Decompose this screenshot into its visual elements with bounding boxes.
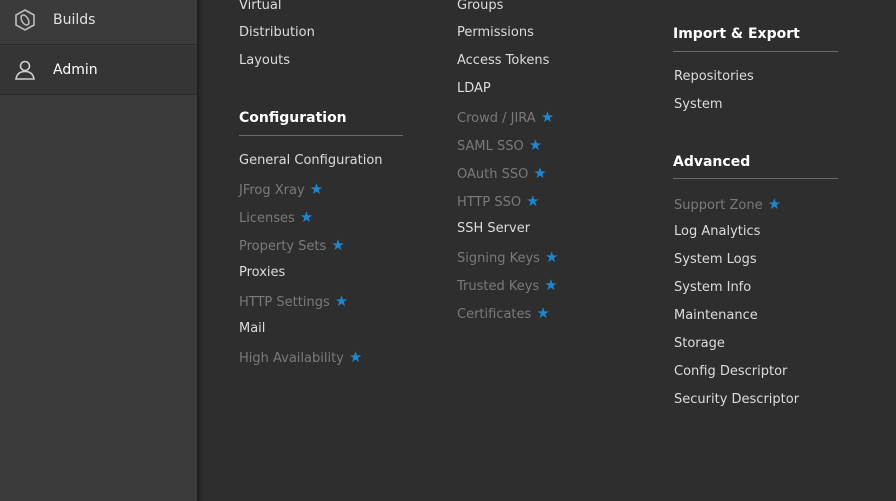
menu-item-groups[interactable]: Groups bbox=[457, 0, 503, 16]
star-icon: ★ bbox=[348, 348, 363, 366]
sidebar-item-label: Admin bbox=[53, 62, 98, 78]
builds-icon bbox=[12, 7, 38, 33]
star-icon: ★ bbox=[540, 108, 555, 126]
star-icon: ★ bbox=[528, 136, 543, 154]
section-heading-configuration: Configuration bbox=[239, 110, 347, 126]
star-icon: ★ bbox=[334, 292, 349, 310]
sidebar-item-builds[interactable]: Builds bbox=[0, 0, 197, 45]
menu-item-virtual[interactable]: Virtual bbox=[239, 0, 281, 16]
menu-item-signing-keys[interactable]: Signing Keys ★ bbox=[457, 247, 558, 267]
menu-item-permissions[interactable]: Permissions bbox=[457, 23, 534, 43]
star-icon: ★ bbox=[767, 195, 782, 213]
star-icon: ★ bbox=[331, 236, 345, 254]
section-divider bbox=[673, 51, 838, 52]
menu-item-system[interactable]: System bbox=[674, 95, 722, 115]
section-divider bbox=[239, 135, 403, 136]
menu-item-oauth-sso[interactable]: OAuth SSO ★ bbox=[457, 163, 547, 183]
panel-shadow bbox=[197, 0, 203, 501]
menu-item-config-descriptor[interactable]: Config Descriptor bbox=[674, 362, 787, 382]
star-icon: ★ bbox=[526, 192, 540, 210]
menu-item-system-info[interactable]: System Info bbox=[674, 278, 751, 298]
admin-icon bbox=[12, 57, 38, 83]
menu-item-support-zone[interactable]: Support Zone ★ bbox=[674, 194, 781, 214]
menu-item-crowd-jira[interactable]: Crowd / JIRA ★ bbox=[457, 107, 554, 127]
menu-item-maintenance[interactable]: Maintenance bbox=[674, 306, 758, 326]
star-icon: ★ bbox=[533, 164, 547, 182]
menu-item-storage[interactable]: Storage bbox=[674, 334, 725, 354]
menu-item-ldap[interactable]: LDAP bbox=[457, 79, 491, 99]
menu-item-system-logs[interactable]: System Logs bbox=[674, 250, 757, 270]
menu-item-licenses[interactable]: Licenses ★ bbox=[239, 207, 313, 227]
menu-item-jfrog-xray[interactable]: JFrog Xray ★ bbox=[239, 179, 323, 199]
menu-item-mail[interactable]: Mail bbox=[239, 319, 265, 339]
menu-item-security-descriptor[interactable]: Security Descriptor bbox=[674, 390, 799, 410]
section-divider bbox=[673, 178, 838, 179]
star-icon: ★ bbox=[536, 304, 550, 322]
menu-item-trusted-keys[interactable]: Trusted Keys ★ bbox=[457, 275, 558, 295]
menu-item-ssh-server[interactable]: SSH Server bbox=[457, 219, 530, 239]
menu-item-property-sets[interactable]: Property Sets ★ bbox=[239, 235, 345, 255]
menu-item-log-analytics[interactable]: Log Analytics bbox=[674, 222, 760, 242]
sidebar: Builds Admin bbox=[0, 0, 197, 501]
menu-item-general-configuration[interactable]: General Configuration bbox=[239, 151, 383, 171]
menu-item-access-tokens[interactable]: Access Tokens bbox=[457, 51, 549, 71]
menu-item-http-settings[interactable]: HTTP Settings ★ bbox=[239, 291, 348, 311]
section-heading-import-export: Import & Export bbox=[673, 26, 800, 42]
sidebar-item-label: Builds bbox=[53, 12, 96, 28]
section-heading-advanced: Advanced bbox=[673, 154, 751, 170]
menu-item-certificates[interactable]: Certificates ★ bbox=[457, 303, 550, 323]
star-icon: ★ bbox=[309, 180, 324, 198]
menu-item-high-availability[interactable]: High Availability ★ bbox=[239, 347, 362, 367]
star-icon: ★ bbox=[544, 276, 558, 294]
menu-item-layouts[interactable]: Layouts bbox=[239, 51, 290, 71]
star-icon: ★ bbox=[544, 248, 559, 266]
menu-item-repositories[interactable]: Repositories bbox=[674, 67, 754, 87]
menu-item-saml-sso[interactable]: SAML SSO ★ bbox=[457, 135, 542, 155]
menu-item-proxies[interactable]: Proxies bbox=[239, 263, 285, 283]
sidebar-item-admin[interactable]: Admin bbox=[0, 46, 197, 95]
menu-item-http-sso[interactable]: HTTP SSO ★ bbox=[457, 191, 540, 211]
star-icon: ★ bbox=[299, 208, 314, 226]
menu-item-distribution[interactable]: Distribution bbox=[239, 23, 315, 43]
